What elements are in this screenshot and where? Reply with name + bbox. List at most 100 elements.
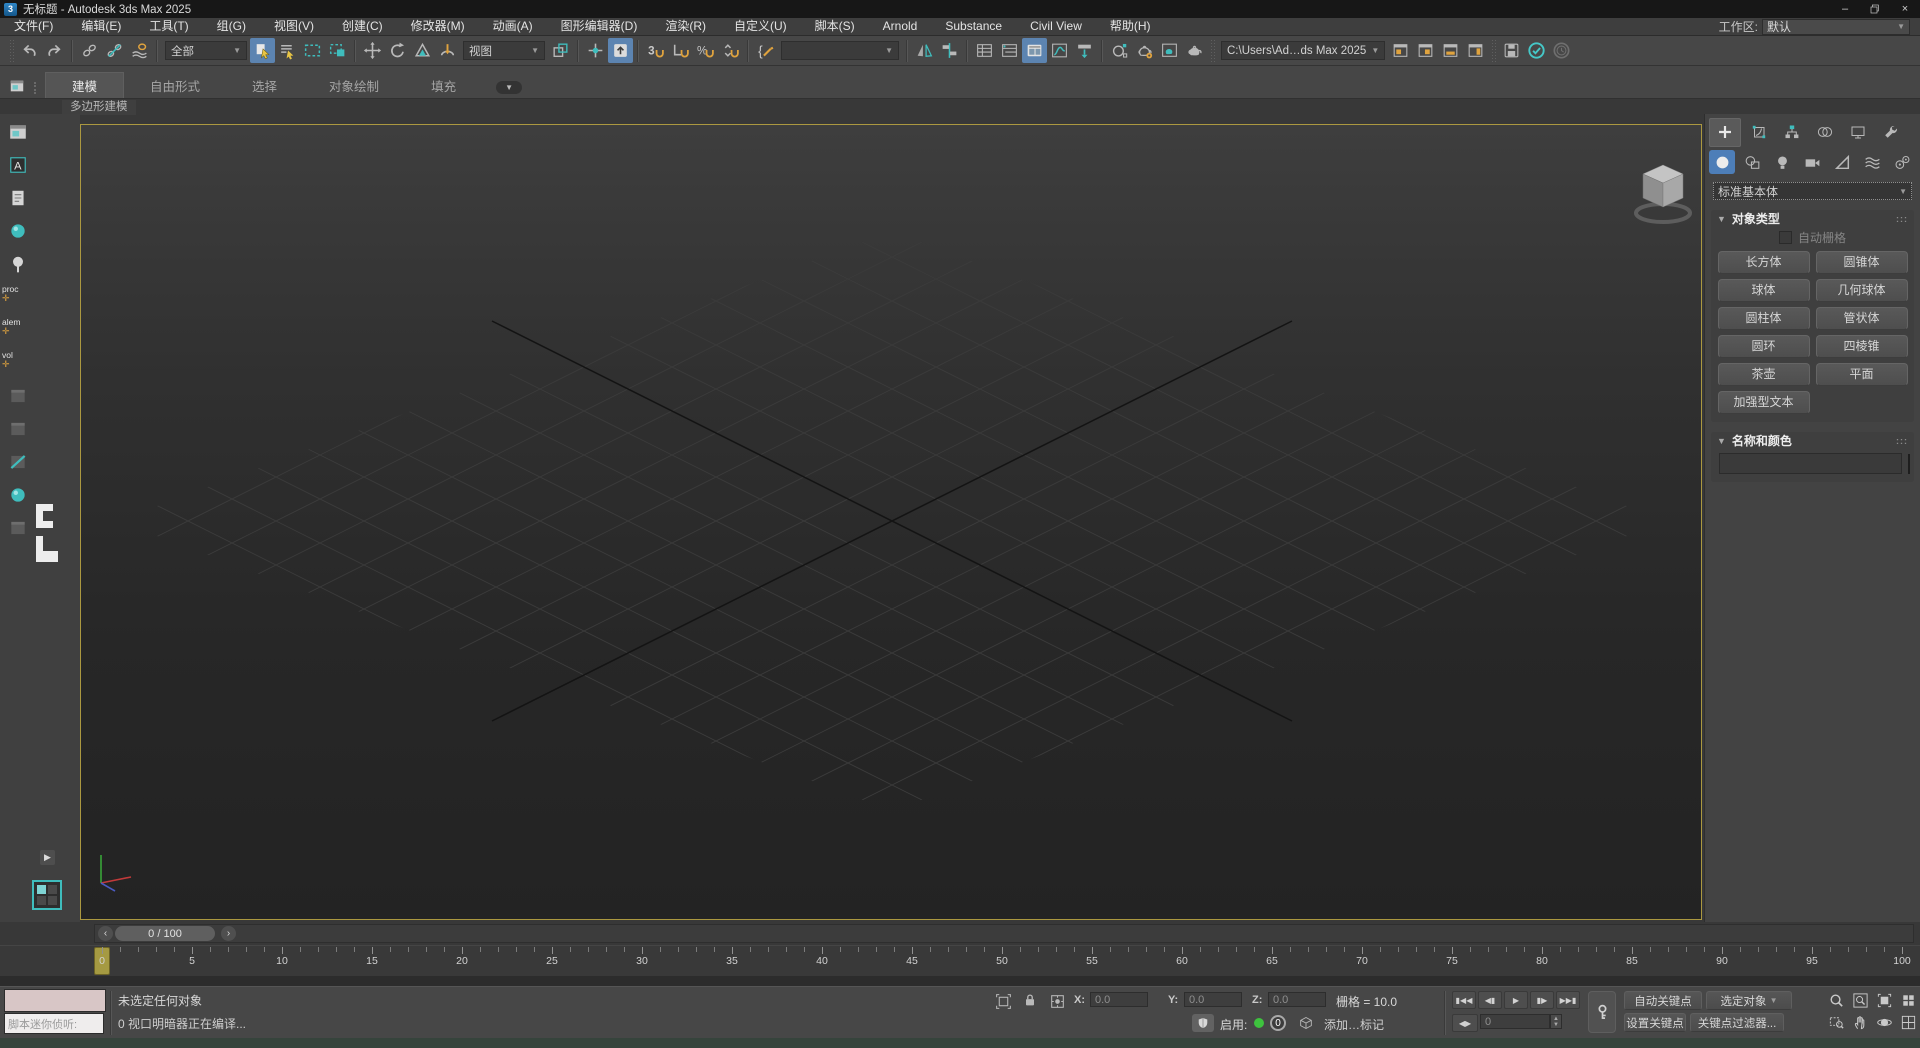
menu-item-7[interactable]: 修改器(M): [397, 18, 479, 35]
select-by-name-icon[interactable]: [275, 38, 300, 63]
viewport-layout-tab-icon[interactable]: [32, 880, 62, 910]
zoom-extents-all-icon[interactable]: [1898, 990, 1918, 1010]
autogrid-checkbox[interactable]: [1779, 231, 1792, 244]
name-color-rollout-header[interactable]: ▼ 名称和颜色 :::: [1711, 432, 1914, 449]
shapes-category[interactable]: [1739, 150, 1765, 174]
menu-item-2[interactable]: 编辑(E): [67, 18, 135, 35]
workspace-selector[interactable]: 默认▼: [1762, 19, 1910, 35]
hierarchy-tab[interactable]: [1777, 119, 1807, 146]
object-button-7[interactable]: 圆环: [1718, 335, 1810, 358]
render-production-icon[interactable]: [1182, 38, 1207, 63]
cameras-category[interactable]: [1799, 150, 1825, 174]
layer-explorer-icon[interactable]: [997, 38, 1022, 63]
key-filters-button[interactable]: 关键点过滤器...: [1690, 1013, 1784, 1032]
select-rotate-icon[interactable]: [385, 38, 410, 63]
auto-key-button[interactable]: 自动关键点: [1624, 991, 1702, 1010]
systems-category[interactable]: [1889, 150, 1915, 174]
layout-expand-arrow-button[interactable]: ▶: [40, 850, 55, 865]
transform-typein-icon[interactable]: [1048, 992, 1067, 1011]
project-folder-dropdown[interactable]: C:\Users\Ad…ds Max 2025▼: [1221, 41, 1385, 60]
sidebar-teal-sphere-icon[interactable]: [6, 483, 30, 507]
select-place-icon[interactable]: [435, 38, 460, 63]
toolbar-drag-handle[interactable]: [1491, 39, 1496, 63]
ribbon-tab-4[interactable]: 对象绘制: [303, 73, 405, 98]
ribbon-tab-3[interactable]: 选择: [226, 73, 303, 98]
viewcube[interactable]: [1627, 153, 1699, 233]
zoom-all-icon[interactable]: [1850, 990, 1870, 1010]
maxscript-mini-listener[interactable]: 脚本迷你侦听:: [4, 1013, 104, 1034]
menu-item-15[interactable]: Civil View: [1016, 18, 1096, 35]
ribbon-window-icon[interactable]: [6, 78, 28, 94]
sidebar-teal-slash-icon[interactable]: [6, 450, 30, 474]
mirror-icon[interactable]: [912, 38, 937, 63]
go-to-end-button[interactable]: ▶▶▮: [1556, 991, 1580, 1009]
set-key-big-button[interactable]: [1588, 991, 1616, 1033]
percent-snap-icon[interactable]: [693, 38, 718, 63]
play-button[interactable]: ▶: [1504, 991, 1528, 1009]
go-to-start-button[interactable]: ▮◀◀: [1452, 991, 1476, 1009]
ribbon-tab-1[interactable]: 建模: [45, 72, 124, 98]
menu-item-16[interactable]: 帮助(H): [1096, 18, 1165, 35]
selection-lock-icon[interactable]: [1022, 992, 1038, 1008]
named-sets-dropdown[interactable]: ▼: [781, 41, 899, 60]
display-tab[interactable]: [1843, 119, 1873, 146]
z-coord-field[interactable]: 0.0: [1268, 992, 1326, 1007]
utilities-tab[interactable]: [1876, 119, 1906, 146]
undo-icon[interactable]: [17, 38, 42, 63]
selection-set-dropdown[interactable]: 选定对象 ▼: [1706, 991, 1792, 1010]
align-icon[interactable]: [937, 38, 962, 63]
sidebar-window-icon[interactable]: [6, 120, 30, 144]
sidebar-teal-sphere-icon[interactable]: [6, 219, 30, 243]
scene-check-icon[interactable]: [1524, 38, 1549, 63]
sidebar-a-badge-icon[interactable]: [6, 153, 30, 177]
keyboard-override-icon[interactable]: [608, 38, 633, 63]
object-button-4[interactable]: 几何球体: [1816, 279, 1908, 302]
selection-filter-dropdown[interactable]: 全部▼: [165, 41, 247, 60]
cube-icon[interactable]: [1298, 1015, 1314, 1031]
menu-item-1[interactable]: 文件(F): [0, 18, 67, 35]
minimize-button[interactable]: –: [1830, 0, 1860, 18]
object-button-9[interactable]: 茶壶: [1718, 363, 1810, 386]
object-name-field[interactable]: [1719, 453, 1902, 474]
sidebar-item-proc[interactable]: proc✛: [2, 285, 19, 303]
zoom-extents-icon[interactable]: [1874, 990, 1894, 1010]
perspective-viewport[interactable]: [80, 124, 1702, 920]
time-slider-handle[interactable]: 0 / 100: [115, 926, 215, 941]
sidebar-pin-icon[interactable]: [6, 252, 30, 276]
toolbar-drag-handle[interactable]: [1210, 39, 1215, 63]
ribbon-tab-2[interactable]: 自由形式: [124, 73, 226, 98]
menu-item-12[interactable]: 脚本(S): [801, 18, 869, 35]
selection-region-icon[interactable]: [300, 38, 325, 63]
pan-hand-icon[interactable]: [1850, 1012, 1870, 1032]
object-button-2[interactable]: 圆锥体: [1816, 251, 1908, 274]
select-scale-icon[interactable]: [410, 38, 435, 63]
object-color-swatch[interactable]: [1908, 454, 1910, 474]
restore-button[interactable]: [1860, 0, 1890, 18]
ribbon-panel-label[interactable]: 多边形建模: [62, 100, 136, 115]
schematic-view-icon[interactable]: [1072, 38, 1097, 63]
object-type-rollout-header[interactable]: ▼ 对象类型 :::: [1711, 210, 1914, 227]
spacewarps-category[interactable]: [1859, 150, 1885, 174]
menu-item-3[interactable]: 工具(T): [135, 18, 202, 35]
track-bar[interactable]: [0, 976, 1920, 986]
key-mode-toggle-icon[interactable]: ◀▶: [1452, 1014, 1478, 1032]
add-time-tag[interactable]: 添加…标记: [1324, 1016, 1384, 1033]
menu-item-5[interactable]: 视图(V): [260, 18, 328, 35]
edit-named-sets-icon[interactable]: [753, 38, 778, 63]
snap-3d-icon[interactable]: [643, 38, 668, 63]
create-tab[interactable]: [1709, 118, 1741, 147]
select-link-icon[interactable]: [77, 38, 102, 63]
modify-tab[interactable]: [1744, 119, 1774, 146]
material-editor-icon[interactable]: [1107, 38, 1132, 63]
time-slider-track[interactable]: ‹ 0 / 100 ›: [94, 924, 1914, 943]
angle-snap-icon[interactable]: [668, 38, 693, 63]
menu-item-14[interactable]: Substance: [931, 18, 1016, 35]
isolate-selection-icon[interactable]: [994, 992, 1013, 1011]
bind-spacewarp-icon[interactable]: [127, 38, 152, 63]
set-key-button[interactable]: 设置关键点: [1624, 1013, 1686, 1032]
curve-editor-icon[interactable]: [1047, 38, 1072, 63]
next-key-button[interactable]: ▮▶: [1530, 991, 1554, 1009]
zoom-icon[interactable]: [1826, 990, 1846, 1010]
object-button-10[interactable]: 平面: [1816, 363, 1908, 386]
window-crossing-icon[interactable]: [325, 38, 350, 63]
